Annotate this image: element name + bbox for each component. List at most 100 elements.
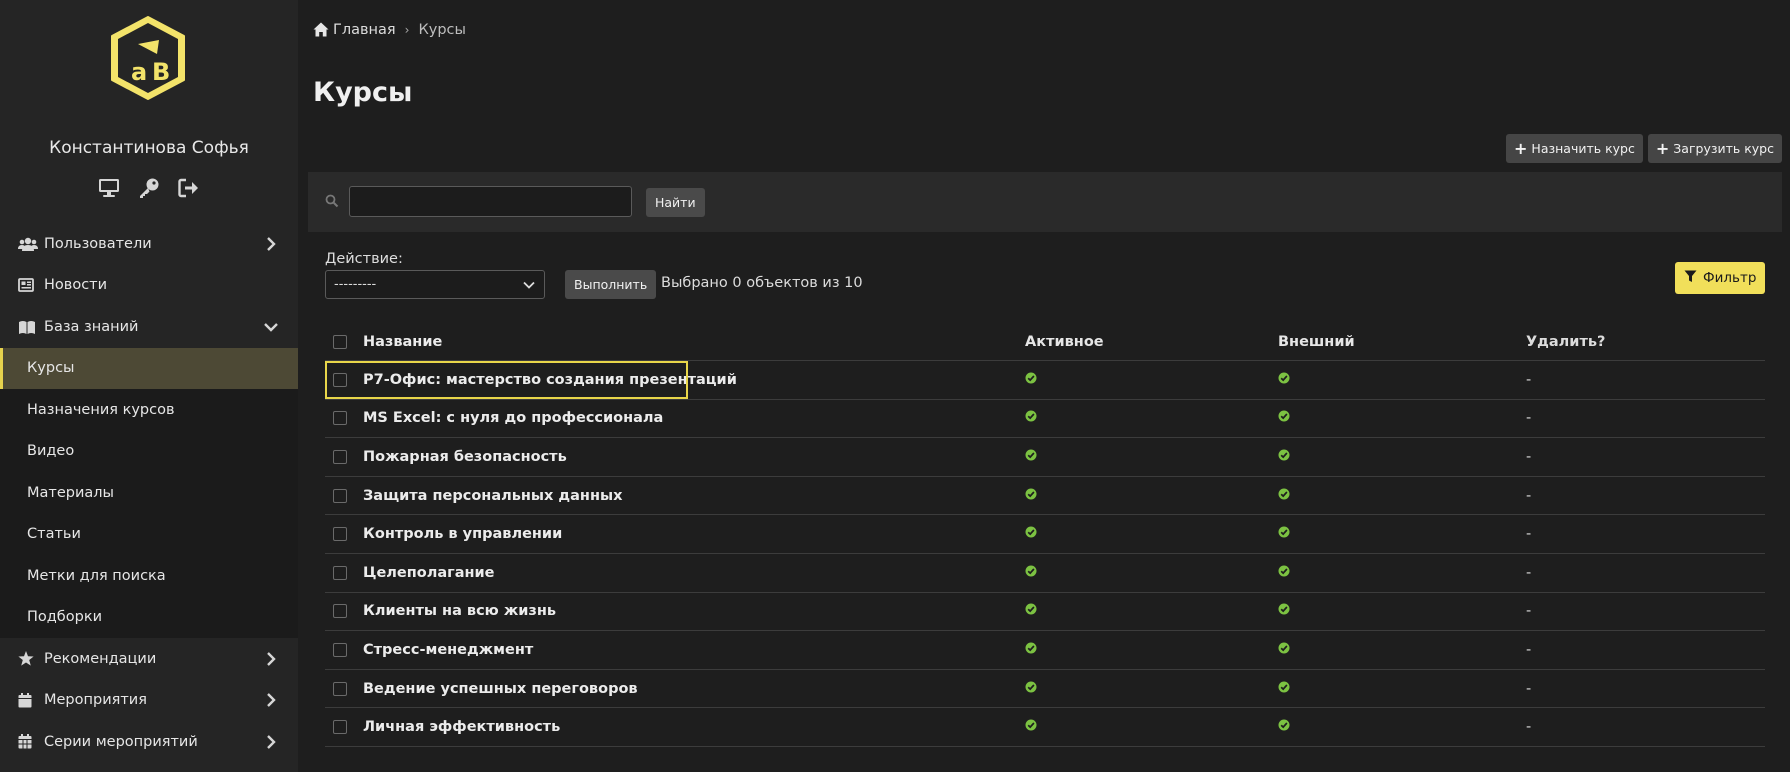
row-checkbox[interactable] [333,642,347,657]
sidebar-item-course-assignments[interactable]: Назначения курсов [0,389,298,431]
table-row: Р7-Офис: мастерство создания презентаций… [325,361,1765,400]
column-header-name[interactable]: Название [363,334,1025,350]
key-icon[interactable] [137,176,161,200]
row-checkbox-cell [325,449,363,464]
breadcrumb-home-link[interactable]: Главная [333,22,396,38]
sidebar-item-label: Новости [44,277,108,294]
row-checkbox[interactable] [333,720,347,735]
sidebar-item-label: Пользователи [44,235,152,252]
delete-cell: - [1526,680,1532,697]
delete-cell: - [1526,603,1532,620]
check-circle-icon [1025,488,1037,500]
sidebar-item-articles[interactable]: Статьи [0,513,298,555]
row-checkbox[interactable] [333,604,347,619]
table-row: Стресс-менеджмент - [325,631,1765,670]
check-circle-icon [1025,565,1037,577]
page-title: Курсы [313,77,413,108]
breadcrumb: Главная › Курсы [313,22,466,38]
column-header-active[interactable]: Активное [1025,334,1278,350]
sidebar-bottom-items: Рекомендации Мероприятия Серии мероприят… [0,638,298,763]
check-circle-icon [1025,372,1037,384]
home-icon[interactable] [313,22,329,38]
row-checkbox[interactable] [333,372,347,387]
table-row: Защита персональных данных - [325,477,1765,516]
external-cell [1278,565,1526,581]
chevron-right-icon [264,651,278,666]
row-checkbox[interactable] [333,488,347,503]
course-name-link[interactable]: Стресс-менеджмент [363,642,1025,658]
check-circle-icon [1278,681,1290,693]
run-action-button[interactable]: Выполнить [565,270,657,299]
bulk-action-label: Действие: [325,251,403,267]
sidebar-item-video[interactable]: Видео [0,430,298,472]
chevron-right-icon [264,734,278,749]
search-input[interactable] [349,186,632,217]
check-circle-icon [1278,565,1290,577]
course-name-link[interactable]: Клиенты на всю жизнь [363,603,1025,619]
sidebar-item-label: Видео [27,443,75,460]
external-cell [1278,449,1526,465]
select-all-checkbox[interactable] [333,334,347,349]
sidebar-item-recommendations[interactable]: Рекомендации [0,638,298,680]
desktop-icon[interactable] [97,176,121,200]
bulk-action-select[interactable]: --------- [325,270,545,299]
course-name-link[interactable]: Личная эффективность [363,719,1025,735]
assign-course-button[interactable]: + Назначить курс [1506,134,1643,163]
active-cell [1025,372,1278,388]
check-circle-icon [1278,642,1290,654]
row-checkbox-cell [325,565,363,580]
search-button[interactable]: Найти [646,188,705,217]
row-checkbox-cell [325,411,363,426]
course-name-link[interactable]: Пожарная безопасность [363,449,1025,465]
active-cell [1025,449,1278,465]
sidebar-item-courses[interactable]: Курсы [0,347,298,389]
logo-icon[interactable]: a B [104,14,192,102]
active-cell [1025,719,1278,735]
course-name-link[interactable]: Целеполагание [363,565,1025,581]
sidebar-item-event-series[interactable]: Серии мероприятий [0,721,298,763]
sidebar-item-news[interactable]: Новости [0,264,298,306]
row-checkbox-cell [325,372,363,387]
row-checkbox[interactable] [333,527,347,542]
active-cell [1025,565,1278,581]
filter-label: Фильтр [1703,270,1757,286]
sidebar-item-materials[interactable]: Материалы [0,472,298,514]
course-name-link[interactable]: Ведение успешных переговоров [363,681,1025,697]
sidebar-item-knowledge-base[interactable]: База знаний [0,306,298,348]
check-circle-icon [1278,449,1290,461]
sidebar-item-users[interactable]: Пользователи [0,223,298,265]
course-name-link[interactable]: Контроль в управлении [363,526,1025,542]
column-header-delete: Удалить? [1526,333,1606,350]
column-header-external[interactable]: Внешний [1278,334,1526,350]
course-name-link[interactable]: MS Excel: с нуля до профессионала [363,410,1025,426]
star-icon [18,651,38,667]
sidebar-item-label: Мероприятия [44,692,147,709]
table-row: Контроль в управлении - [325,515,1765,554]
active-cell [1025,488,1278,504]
table-row: Ведение успешных переговоров - [325,670,1765,709]
svg-text:a: a [131,58,147,86]
row-checkbox[interactable] [333,681,347,696]
row-checkbox[interactable] [333,411,347,426]
delete-cell: - [1526,526,1532,543]
sign-out-icon[interactable] [177,176,201,200]
sidebar-item-collections[interactable]: Подборки [0,596,298,638]
upload-course-button[interactable]: + Загрузить курс [1647,134,1782,163]
filter-button[interactable]: Фильтр [1675,262,1766,294]
sidebar-item-events[interactable]: Мероприятия [0,679,298,721]
delete-cell: - [1526,487,1532,504]
sidebar-item-search-tags[interactable]: Метки для поиска [0,555,298,597]
check-circle-icon [1278,719,1290,731]
row-checkbox[interactable] [333,449,347,464]
row-checkbox[interactable] [333,565,347,580]
check-circle-icon [1025,642,1037,654]
chevron-down-icon [264,320,278,334]
active-cell [1025,526,1278,542]
check-circle-icon [1278,603,1290,615]
external-cell [1278,372,1526,388]
course-name-link[interactable]: Р7-Офис: мастерство создания презентаций [363,372,1025,388]
plus-icon: + [1514,138,1528,158]
row-checkbox-cell [325,642,363,657]
row-checkbox-cell [325,488,363,503]
course-name-link[interactable]: Защита персональных данных [363,488,1025,504]
